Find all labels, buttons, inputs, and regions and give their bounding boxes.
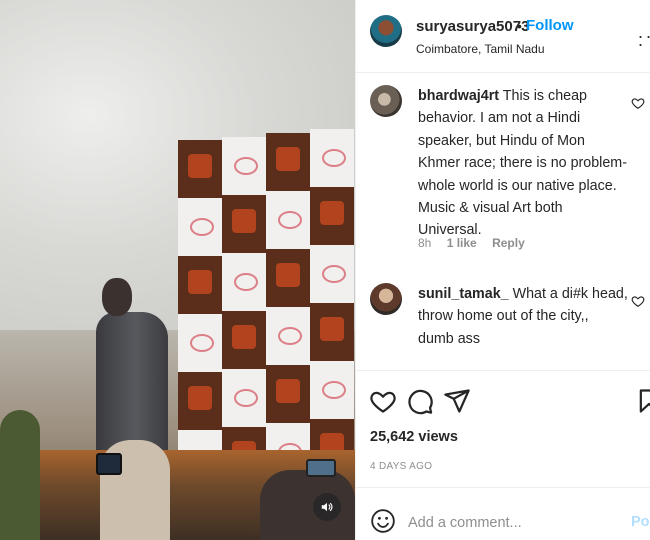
bookmark-icon[interactable] bbox=[635, 387, 650, 415]
reply-button[interactable]: Reply bbox=[492, 236, 525, 250]
audience-member bbox=[0, 410, 40, 540]
audience-phone bbox=[306, 459, 336, 477]
commenter-username[interactable]: bhardwaj4rt bbox=[418, 88, 499, 104]
commenter-avatar[interactable] bbox=[370, 85, 402, 117]
commenter-username[interactable]: sunil_tamak_ bbox=[418, 286, 509, 302]
event-backdrop-banner bbox=[178, 125, 355, 495]
view-count[interactable]: 25,642 views bbox=[370, 429, 458, 445]
comment-input[interactable] bbox=[408, 512, 623, 534]
audience-phone bbox=[96, 453, 122, 475]
post-video[interactable] bbox=[0, 0, 355, 540]
more-options-button[interactable]: . . . bbox=[638, 23, 650, 49]
commenter-avatar[interactable] bbox=[370, 283, 402, 315]
follow-button[interactable]: Follow bbox=[526, 17, 574, 34]
comment-bubble-icon[interactable] bbox=[406, 387, 434, 415]
post-side-panel: suryasurya5073 • Follow Coimbatore, Tami… bbox=[355, 0, 650, 540]
post-location[interactable]: Coimbatore, Tamil Nadu bbox=[416, 42, 545, 56]
comment-meta: 8h 1 like Reply bbox=[418, 236, 537, 250]
post-date[interactable]: 4 DAYS AGO bbox=[370, 461, 432, 472]
speaker-icon bbox=[321, 502, 333, 512]
smiley-icon[interactable] bbox=[370, 508, 396, 534]
heart-icon[interactable] bbox=[631, 96, 645, 110]
add-comment-bar: Post bbox=[356, 487, 650, 540]
post-header: suryasurya5073 • Follow Coimbatore, Tami… bbox=[356, 0, 650, 73]
author-avatar[interactable] bbox=[370, 15, 402, 47]
comment-text-block: bhardwaj4rt This is cheap behavior. I am… bbox=[418, 85, 628, 242]
ellipsis-icon: . . . bbox=[638, 22, 650, 50]
post-comment-button[interactable]: Post bbox=[631, 514, 650, 530]
comment-likes[interactable]: 1 like bbox=[447, 236, 477, 250]
comment-time[interactable]: 8h bbox=[418, 236, 431, 250]
heart-icon[interactable] bbox=[631, 294, 645, 308]
author-username[interactable]: suryasurya5073 bbox=[416, 18, 529, 35]
mute-toggle-button[interactable] bbox=[313, 493, 341, 521]
comment-text-block: sunil_tamak_ What a di#k head, throw hom… bbox=[418, 283, 628, 350]
heart-icon[interactable] bbox=[369, 387, 397, 415]
paper-plane-icon[interactable] bbox=[443, 387, 471, 415]
separator-dot: • bbox=[517, 18, 522, 34]
comment-body: This is cheap behavior. I am not a Hindi… bbox=[418, 88, 627, 239]
post-actions: 25,642 views 4 DAYS AGO bbox=[356, 370, 650, 472]
